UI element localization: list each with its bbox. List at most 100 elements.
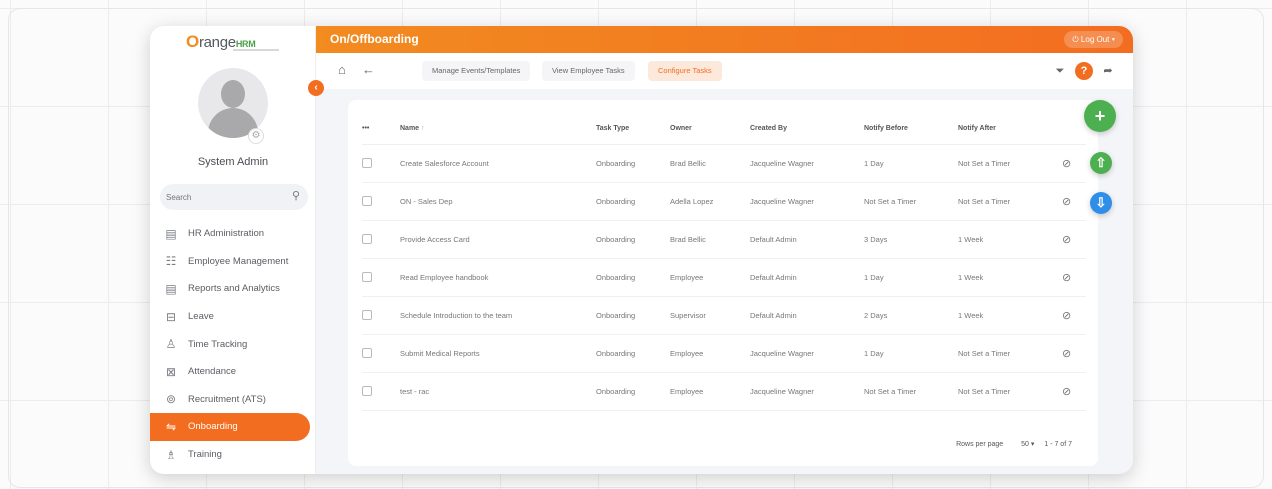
table-header-row: ••• Name ↑ Task Type Owner Created By No… [362, 114, 1086, 145]
table-cell: Onboarding [596, 182, 670, 221]
table-cell: Onboarding [596, 220, 670, 259]
table-cell: test - rac [400, 372, 596, 411]
table-row[interactable]: ON - Sales Dep Onboarding Adella Lopez Jacq… [362, 182, 1086, 221]
attachment-cell: ⊘ [1062, 144, 1086, 183]
chevron-down-icon: ▾ [1111, 35, 1115, 44]
attendance-icon: ⊠ [165, 364, 177, 379]
column-notify-before[interactable]: Notify Before [864, 114, 958, 145]
paperclip-icon[interactable]: ⊘ [1062, 348, 1071, 360]
paperclip-icon[interactable]: ⊘ [1062, 158, 1071, 170]
sidebar-item-training[interactable]: ♗ Training [150, 441, 316, 469]
row-options-icon[interactable]: ••• [362, 114, 400, 145]
paperclip-icon[interactable]: ⊘ [1062, 272, 1071, 284]
table-cell: 1 Day [864, 144, 958, 183]
table-row[interactable]: Submit Medical Reports Onboarding Employee… [362, 334, 1086, 373]
row-checkbox-cell [362, 258, 400, 297]
sidebar-item-leave[interactable]: ⊟ Leave [150, 303, 316, 331]
share-icon[interactable]: ➦ [1099, 62, 1117, 80]
tab-manage-events[interactable]: Manage Events/Templates [422, 61, 531, 81]
table-cell: Not Set a Timer [958, 144, 1062, 183]
sidebar-collapse-button[interactable]: ‹ [308, 80, 324, 96]
logo-letter: O [186, 32, 199, 51]
tab-configure-tasks[interactable]: Configure Tasks [648, 61, 722, 81]
recruitment-icon: ⊚ [165, 392, 177, 407]
username: System Admin [197, 156, 269, 168]
row-checkbox[interactable] [362, 158, 372, 168]
table-row[interactable]: Provide Access Card Onboarding Brad Bellic… [362, 220, 1086, 259]
sidebar-item-employee-management[interactable]: ☷ Employee Management [150, 248, 316, 276]
table-row[interactable]: Create Salesforce Account Onboarding Brad … [362, 144, 1086, 183]
table-row[interactable]: Read Employee handbook Onboarding Employee… [362, 258, 1086, 297]
sidebar-item-hr-administration[interactable]: ▤ HR Administration [150, 220, 316, 248]
sidebar-item-time-tracking[interactable]: ♙ Time Tracking [150, 330, 316, 358]
paperclip-icon[interactable]: ⊘ [1062, 386, 1071, 398]
table-cell: Schedule Introduction to the team [400, 296, 596, 335]
table-cell: 1 Week [958, 220, 1062, 259]
table-cell: Jacqueline Wagner [750, 144, 864, 183]
table-row[interactable]: Schedule Introduction to the team Onboard… [362, 296, 1086, 335]
table-cell: Not Set a Timer [958, 372, 1062, 411]
id-card-icon: ▤ [165, 226, 177, 241]
sub-toolbar: ⌂ ← Manage Events/Templates View Employe… [316, 53, 1133, 89]
table-cell: 2 Days [864, 296, 958, 335]
row-checkbox-cell [362, 372, 400, 411]
column-task-type[interactable]: Task Type [596, 114, 670, 145]
table-cell: Create Salesforce Account [400, 144, 596, 183]
row-checkbox-cell [362, 334, 400, 373]
table-cell: Employee [670, 258, 750, 297]
table-cell: Adella Lopez [670, 182, 750, 221]
paperclip-icon[interactable]: ⊘ [1062, 234, 1071, 246]
upload-icon[interactable]: ⇧ [1090, 152, 1112, 174]
table-row[interactable]: test - rac Onboarding Employee Jacqueline W… [362, 372, 1086, 411]
row-checkbox[interactable] [362, 310, 372, 320]
sidebar-item-label: Recruitment (ATS) [188, 393, 266, 405]
sidebar-item-attendance[interactable]: ⊠ Attendance [150, 358, 316, 386]
row-checkbox-cell [362, 144, 400, 183]
rows-per-page-select[interactable]: 50 ▾ [1013, 441, 1034, 448]
row-checkbox[interactable] [362, 234, 372, 244]
search-input[interactable] [166, 189, 276, 205]
table-cell: ON - Sales Dep [400, 182, 596, 221]
column-created-by[interactable]: Created By [750, 114, 864, 145]
download-icon[interactable]: ⇩ [1090, 192, 1112, 214]
logout-button[interactable]: ⏻ Log Out ▾ [1064, 31, 1123, 48]
column-notify-after[interactable]: Notify After [958, 114, 1062, 145]
sort-up-icon[interactable]: ↑ [421, 125, 425, 132]
row-checkbox[interactable] [362, 386, 372, 396]
sidebar-item-label: Onboarding [188, 421, 238, 433]
tab-view-employee-tasks[interactable]: View Employee Tasks [542, 61, 635, 81]
gear-icon[interactable]: ⚙ [248, 128, 264, 144]
attachment-cell: ⊘ [1062, 182, 1086, 221]
attachment-cell: ⊘ [1062, 334, 1086, 373]
paperclip-icon[interactable]: ⊘ [1062, 310, 1071, 322]
table-cell: Default Admin [750, 296, 864, 335]
sidebar-item-label: Time Tracking [188, 338, 248, 350]
column-name[interactable]: Name ↑ [400, 114, 596, 145]
people-icon: ☷ [165, 254, 177, 269]
sidebar-item-label: Attendance [188, 366, 237, 378]
paperclip-icon[interactable]: ⊘ [1062, 196, 1071, 208]
attachment-cell: ⊘ [1062, 258, 1086, 297]
home-icon[interactable]: ⌂ [338, 62, 346, 77]
add-task-button[interactable]: + [1084, 100, 1116, 132]
row-checkbox[interactable] [362, 272, 372, 282]
filter-icon[interactable]: ⏷ [1051, 62, 1069, 80]
back-arrow-icon[interactable]: ← [362, 62, 375, 77]
column-owner[interactable]: Owner [670, 114, 750, 145]
table-cell: Default Admin [750, 258, 864, 297]
help-icon[interactable]: ? [1075, 62, 1093, 80]
search-icon[interactable]: ⚲ [292, 189, 300, 202]
row-checkbox[interactable] [362, 348, 372, 358]
table-cell: Supervisor [670, 296, 750, 335]
table-cell: Not Set a Timer [864, 182, 958, 221]
sidebar-item-onboarding[interactable]: ⇋ Onboarding [150, 413, 310, 441]
table-cell: Onboarding [596, 144, 670, 183]
sidebar-item-reports[interactable]: ▤ Reports and Analytics [150, 275, 316, 303]
logout-icon: ⏻ [1072, 35, 1079, 44]
leave-icon: ⊟ [165, 309, 177, 324]
logo-suffix: HRM [235, 39, 256, 49]
sidebar-item-recruitment[interactable]: ⊚ Recruitment (ATS) [150, 386, 316, 414]
sidebar-item-label: Reports and Analytics [188, 283, 280, 295]
row-checkbox[interactable] [362, 196, 372, 206]
attachment-cell: ⊘ [1062, 296, 1086, 335]
